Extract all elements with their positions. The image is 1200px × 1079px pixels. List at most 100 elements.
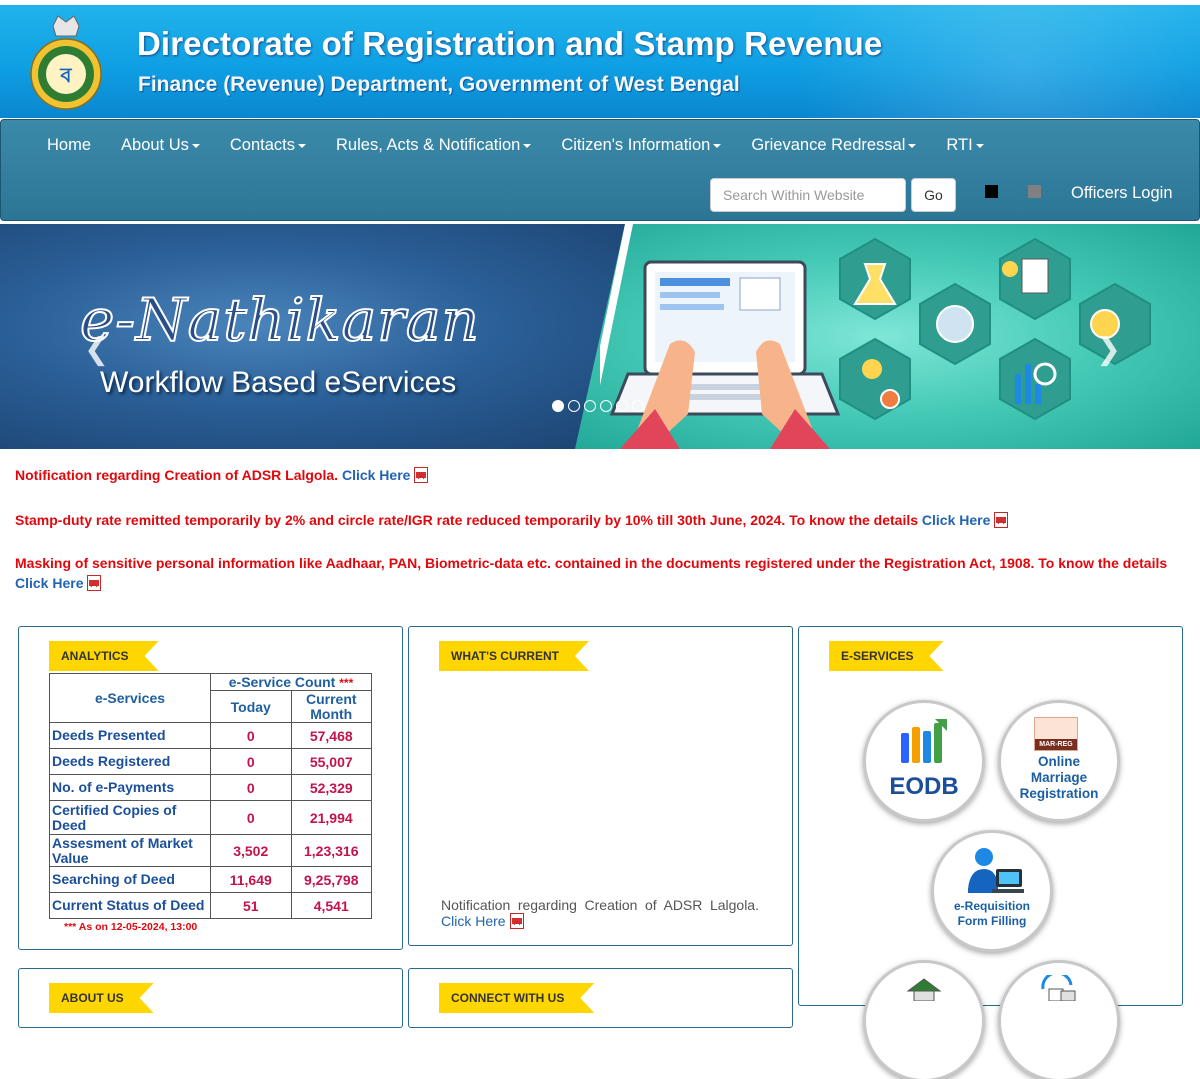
eservice-button-documents[interactable] [1001, 963, 1117, 1079]
whats-current-link[interactable]: Click Here [441, 913, 506, 929]
table-header-row: e-Services e-Service Count *** [49, 673, 372, 723]
table-row: Searching of Deed 11,649 9,25,798 [49, 866, 372, 893]
caret-down-icon [908, 143, 917, 148]
hero-carousel: e-Nathikaran Workflow Based eServices ❮ … [0, 224, 1200, 449]
site-subtitle: Finance (Revenue) Department, Government… [138, 73, 740, 96]
notice-text: Notification regarding Creation of ADSR … [15, 467, 339, 483]
whats-current-text: Notification regarding Creation of ADSR … [441, 897, 759, 913]
table-row: Deeds Registered 0 55,007 [49, 748, 372, 775]
today-count: 0 [210, 774, 292, 801]
notice-link[interactable]: Click Here [342, 467, 410, 483]
caret-down-icon [191, 143, 200, 148]
chevron-left-icon[interactable]: ❮ [84, 332, 109, 367]
nav-home[interactable]: Home [32, 132, 106, 158]
eservice-button-house[interactable] [866, 963, 982, 1079]
month-count: 21,994 [290, 800, 372, 835]
search-go-button[interactable]: Go [911, 178, 956, 212]
svg-text:ব: ব [59, 63, 72, 87]
nav-rules-acts[interactable]: Rules, Acts & Notification [321, 132, 546, 158]
carousel-dot[interactable] [616, 400, 628, 412]
notice-item: Stamp-duty rate remitted temporarily by … [15, 510, 1175, 530]
high-contrast-toggle[interactable] [985, 185, 998, 198]
notice-text: Stamp-duty rate remitted temporarily by … [15, 512, 919, 528]
pdf-icon[interactable] [414, 467, 429, 483]
eodb-bars-icon [901, 719, 947, 763]
today-count: 51 [210, 892, 292, 919]
whats-current-ribbon: WHAT'S CURRENT [439, 641, 589, 671]
service-name: Deeds Registered [49, 748, 211, 775]
table-row: Current Status of Deed 51 4,541 [49, 892, 372, 919]
e-requisition-button[interactable]: e-Requisition Form Filling [934, 833, 1050, 949]
marriage-label-line: Registration [1019, 786, 1099, 801]
column-header-today: Today [210, 690, 292, 723]
online-marriage-registration-button[interactable]: MAR-REG Online Marriage Registration [1001, 703, 1117, 819]
chevron-right-icon[interactable]: ❯ [1096, 332, 1121, 367]
today-count: 0 [210, 800, 292, 835]
nav-rules-acts-label: Rules, Acts & Notification [336, 136, 521, 154]
month-count: 55,007 [290, 748, 372, 775]
banner-subtitle: Workflow Based eServices [100, 366, 457, 399]
pdf-icon[interactable] [994, 512, 1009, 528]
column-header-services: e-Services [49, 673, 211, 723]
analytics-ribbon: ANALYTICS [49, 641, 159, 671]
carousel-indicators [552, 400, 644, 412]
analytics-timestamp: *** As on 12-05-2024, 13:00 [64, 921, 198, 933]
service-name: Certified Copies of Deed [49, 800, 211, 835]
carousel-dot[interactable] [568, 400, 580, 412]
service-name: Assesment of Market Value [49, 834, 211, 867]
today-count: 11,649 [210, 866, 292, 893]
today-count: 3,502 [210, 834, 292, 867]
connect-with-us-panel: CONNECT WITH US [408, 968, 793, 1028]
nav-grievance-redressal-label: Grievance Redressal [751, 136, 906, 154]
document-refresh-icon [1041, 975, 1076, 1001]
site-search-input[interactable] [710, 178, 906, 212]
table-row: No. of e-Payments 0 52,329 [49, 774, 372, 801]
carousel-dot[interactable] [600, 400, 612, 412]
nav-about-us[interactable]: About Us [106, 132, 215, 158]
month-count: 4,541 [290, 892, 372, 919]
table-row: Certified Copies of Deed 0 21,994 [49, 800, 372, 835]
whats-current-item: Notification regarding Creation of ADSR … [441, 897, 759, 929]
nav-contacts[interactable]: Contacts [215, 132, 321, 158]
nav-citizens-information-label: Citizen's Information [561, 136, 711, 154]
caret-down-icon [523, 143, 532, 148]
nav-citizens-information[interactable]: Citizen's Information [546, 132, 736, 158]
notice-link[interactable]: Click Here [922, 512, 990, 528]
carousel-dot[interactable] [552, 400, 564, 412]
carousel-dot[interactable] [584, 400, 596, 412]
normal-contrast-toggle[interactable] [1028, 185, 1041, 198]
officers-login-link[interactable]: Officers Login [1071, 184, 1173, 203]
banner-title: e-Nathikaran [79, 285, 480, 355]
e-requisition-label-line: Form Filling [957, 914, 1027, 928]
service-name: Deeds Presented [49, 722, 211, 749]
table-row: Deeds Presented 0 57,468 [49, 722, 372, 749]
pdf-icon[interactable] [87, 575, 102, 591]
nav-rti[interactable]: RTI [931, 132, 998, 158]
notice-item: Notification regarding Creation of ADSR … [15, 465, 1175, 485]
nav-rti-label: RTI [946, 136, 973, 154]
marriage-handshake-icon: MAR-REG [1034, 717, 1078, 751]
nav-menu: Home About Us Contacts Rules, Acts & Not… [32, 132, 999, 158]
column-header-count: e-Service Count *** [210, 673, 372, 691]
service-name: Searching of Deed [49, 866, 211, 893]
column-header-month: Current Month [290, 690, 372, 723]
eodb-service-button[interactable]: EODB [866, 703, 982, 819]
service-name: No. of e-Payments [49, 774, 211, 801]
about-us-ribbon: ABOUT US [49, 983, 154, 1013]
caret-down-icon [975, 143, 984, 148]
main-navbar: Home About Us Contacts Rules, Acts & Not… [0, 119, 1200, 221]
about-us-panel: ABOUT US [18, 968, 403, 1028]
pdf-icon[interactable] [509, 913, 524, 929]
notice-link[interactable]: Click Here [15, 575, 83, 591]
whats-current-panel: WHAT'S CURRENT Notification regarding Cr… [408, 626, 793, 946]
site-title: Directorate of Registration and Stamp Re… [137, 25, 883, 62]
notice-text: Masking of sensitive personal informatio… [15, 555, 1168, 571]
user-computer-icon [968, 848, 1024, 893]
nav-grievance-redressal[interactable]: Grievance Redressal [736, 132, 931, 158]
count-header-label: e-Service Count [228, 674, 336, 690]
month-count: 57,468 [290, 722, 372, 749]
carousel-dot[interactable] [632, 400, 644, 412]
eservices-panel: E-SERVICES EODB MAR-REG Online Marriage … [798, 626, 1183, 1079]
month-count: 9,25,798 [290, 866, 372, 893]
analytics-table: e-Services e-Service Count *** Today Cur… [49, 673, 372, 919]
